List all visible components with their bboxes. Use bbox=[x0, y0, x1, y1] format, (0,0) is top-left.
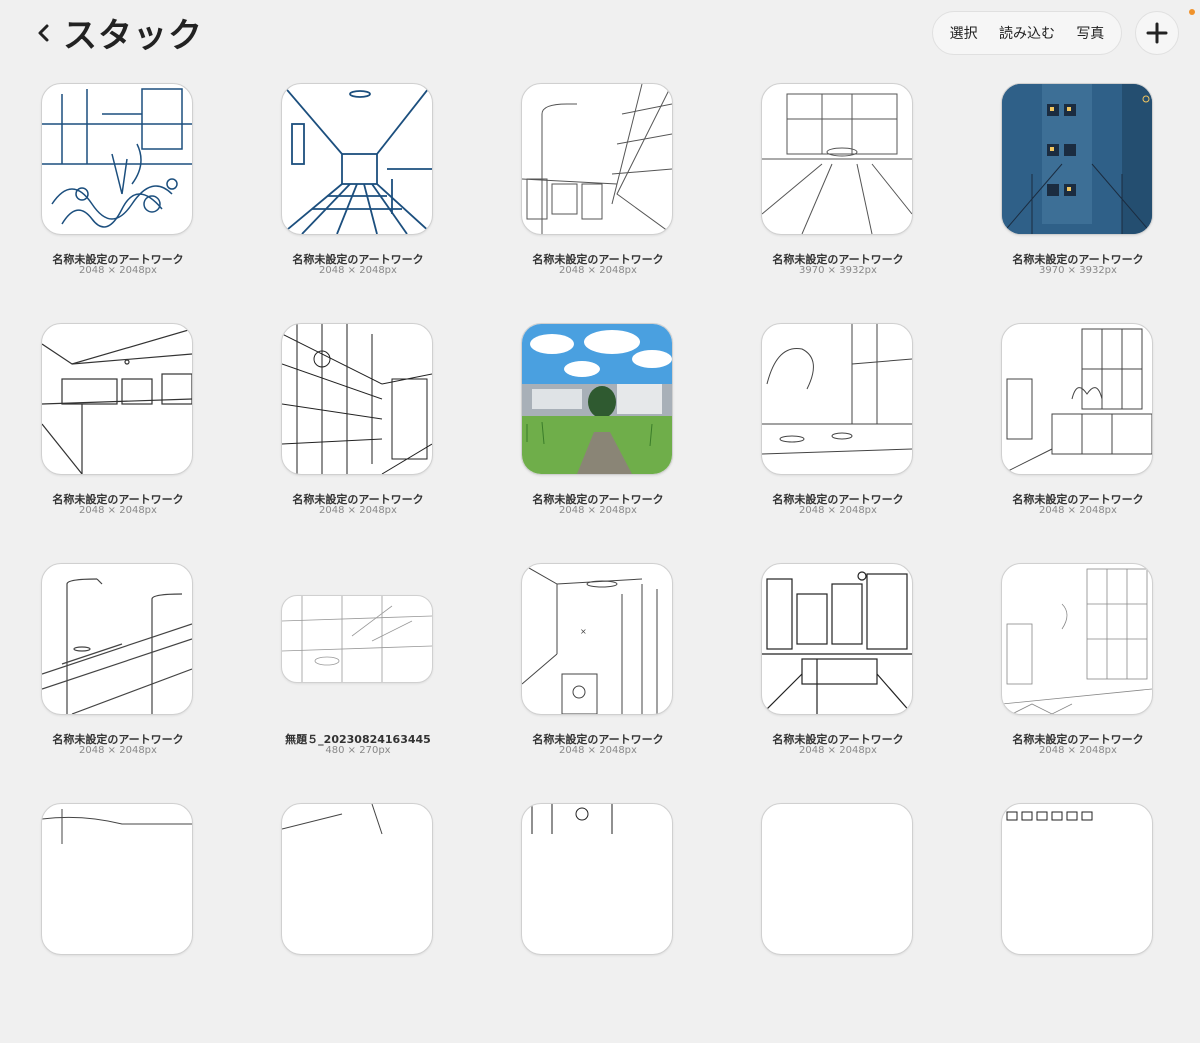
artwork-size: 2048 × 2048px bbox=[79, 505, 157, 516]
artwork-thumbnail[interactable] bbox=[41, 83, 193, 235]
artwork-preview-15 bbox=[1002, 568, 1152, 714]
artwork-thumbnail[interactable] bbox=[1001, 803, 1153, 955]
artwork-preview-19 bbox=[762, 804, 912, 954]
artwork-size: 2048 × 2048px bbox=[319, 505, 397, 516]
artwork-thumbnail[interactable] bbox=[281, 323, 433, 475]
artwork-item[interactable] bbox=[728, 803, 948, 1043]
artwork-thumbnail[interactable] bbox=[41, 323, 193, 475]
artwork-size: 2048 × 2048px bbox=[559, 745, 637, 756]
artwork-item[interactable]: 名称未設定のアートワーク 3970 × 3932px bbox=[968, 83, 1188, 323]
artwork-thumbnail[interactable] bbox=[521, 803, 673, 955]
artwork-thumbnail[interactable] bbox=[761, 83, 913, 235]
artwork-thumbnail[interactable] bbox=[761, 323, 913, 475]
artwork-thumbnail[interactable]: × bbox=[521, 563, 673, 715]
artwork-size: 2048 × 2048px bbox=[319, 265, 397, 276]
artwork-preview-17 bbox=[282, 804, 383, 835]
artwork-preview-13: × bbox=[522, 564, 658, 714]
artwork-thumbnail[interactable] bbox=[761, 803, 913, 955]
artwork-thumbnail[interactable] bbox=[521, 323, 673, 475]
artwork-thumbnail[interactable] bbox=[281, 803, 433, 955]
artwork-item[interactable]: 名称未設定のアートワーク 3970 × 3932px bbox=[728, 83, 948, 323]
artwork-size: 3970 × 3932px bbox=[1039, 265, 1117, 276]
artwork-preview-14 bbox=[762, 571, 912, 714]
artwork-size: 2048 × 2048px bbox=[799, 745, 877, 756]
artwork-size: 2048 × 2048px bbox=[799, 505, 877, 516]
artwork-item[interactable]: 名称未設定のアートワーク 2048 × 2048px bbox=[728, 563, 948, 803]
artwork-thumbnail[interactable] bbox=[1001, 563, 1153, 715]
artwork-size: 2048 × 2048px bbox=[79, 265, 157, 276]
artwork-item[interactable] bbox=[488, 803, 708, 1043]
artwork-item[interactable]: 名称未設定のアートワーク 2048 × 2048px bbox=[8, 323, 228, 563]
artwork-preview-2 bbox=[282, 84, 432, 234]
artwork-preview-9 bbox=[762, 324, 912, 455]
artwork-thumbnail[interactable] bbox=[281, 595, 433, 683]
artwork-grid: 名称未設定のアートワーク 2048 × 2048px 名称未設定のアートワーク … bbox=[0, 0, 1200, 955]
artwork-thumbnail[interactable] bbox=[521, 83, 673, 235]
artwork-item[interactable] bbox=[8, 803, 228, 1043]
artwork-preview-4 bbox=[762, 93, 912, 234]
artwork-size: 2048 × 2048px bbox=[79, 745, 157, 756]
artwork-thumbnail[interactable] bbox=[281, 83, 433, 235]
artwork-preview-6 bbox=[42, 328, 192, 474]
artwork-item[interactable]: 名称未設定のアートワーク 2048 × 2048px bbox=[968, 323, 1188, 563]
artwork-item[interactable]: 名称未設定のアートワーク 2048 × 2048px bbox=[248, 323, 468, 563]
artwork-preview-8 bbox=[522, 324, 672, 474]
artwork-thumbnail[interactable] bbox=[41, 803, 193, 955]
artwork-thumbnail[interactable] bbox=[761, 563, 913, 715]
artwork-item[interactable] bbox=[248, 803, 468, 1043]
artwork-item[interactable]: 名称未設定のアートワーク 2048 × 2048px bbox=[8, 83, 228, 323]
artwork-size: 2048 × 2048px bbox=[1039, 505, 1117, 516]
artwork-item[interactable]: × 名称未設定のアートワーク 2048 × 2048px bbox=[488, 563, 708, 803]
artwork-preview-20 bbox=[1006, 811, 1093, 821]
artwork-preview-3 bbox=[522, 84, 672, 234]
artwork-preview-16 bbox=[42, 809, 192, 844]
artwork-thumbnail[interactable] bbox=[1001, 323, 1153, 475]
artwork-preview-18 bbox=[531, 804, 613, 834]
artwork-size: 2048 × 2048px bbox=[559, 505, 637, 516]
artwork-thumbnail[interactable] bbox=[1001, 83, 1153, 235]
artwork-preview-12 bbox=[282, 596, 432, 682]
svg-text:×: × bbox=[580, 627, 587, 636]
artwork-item[interactable]: 名称未設定のアートワーク 2048 × 2048px bbox=[248, 83, 468, 323]
artwork-size: 3970 × 3932px bbox=[799, 265, 877, 276]
artwork-preview-1 bbox=[42, 88, 192, 228]
artwork-preview-10 bbox=[1002, 328, 1152, 474]
artwork-item[interactable]: 名称未設定のアートワーク 2048 × 2048px bbox=[728, 323, 948, 563]
artwork-item[interactable]: 名称未設定のアートワーク 2048 × 2048px bbox=[488, 323, 708, 563]
artwork-preview-7 bbox=[282, 324, 432, 474]
artwork-size: 480 × 270px bbox=[325, 745, 391, 756]
artwork-preview-5 bbox=[1002, 84, 1152, 234]
artwork-item[interactable]: 名称未設定のアートワーク 2048 × 2048px bbox=[968, 563, 1188, 803]
artwork-thumbnail[interactable] bbox=[41, 563, 193, 715]
artwork-item[interactable]: 無題５_20230824163445 480 × 270px bbox=[248, 563, 468, 803]
artwork-size: 2048 × 2048px bbox=[559, 265, 637, 276]
artwork-item[interactable]: 名称未設定のアートワーク 2048 × 2048px bbox=[488, 83, 708, 323]
artwork-size: 2048 × 2048px bbox=[1039, 745, 1117, 756]
artwork-item[interactable]: 名称未設定のアートワーク 2048 × 2048px bbox=[8, 563, 228, 803]
artwork-preview-11 bbox=[42, 578, 192, 714]
artwork-item[interactable] bbox=[968, 803, 1188, 1043]
